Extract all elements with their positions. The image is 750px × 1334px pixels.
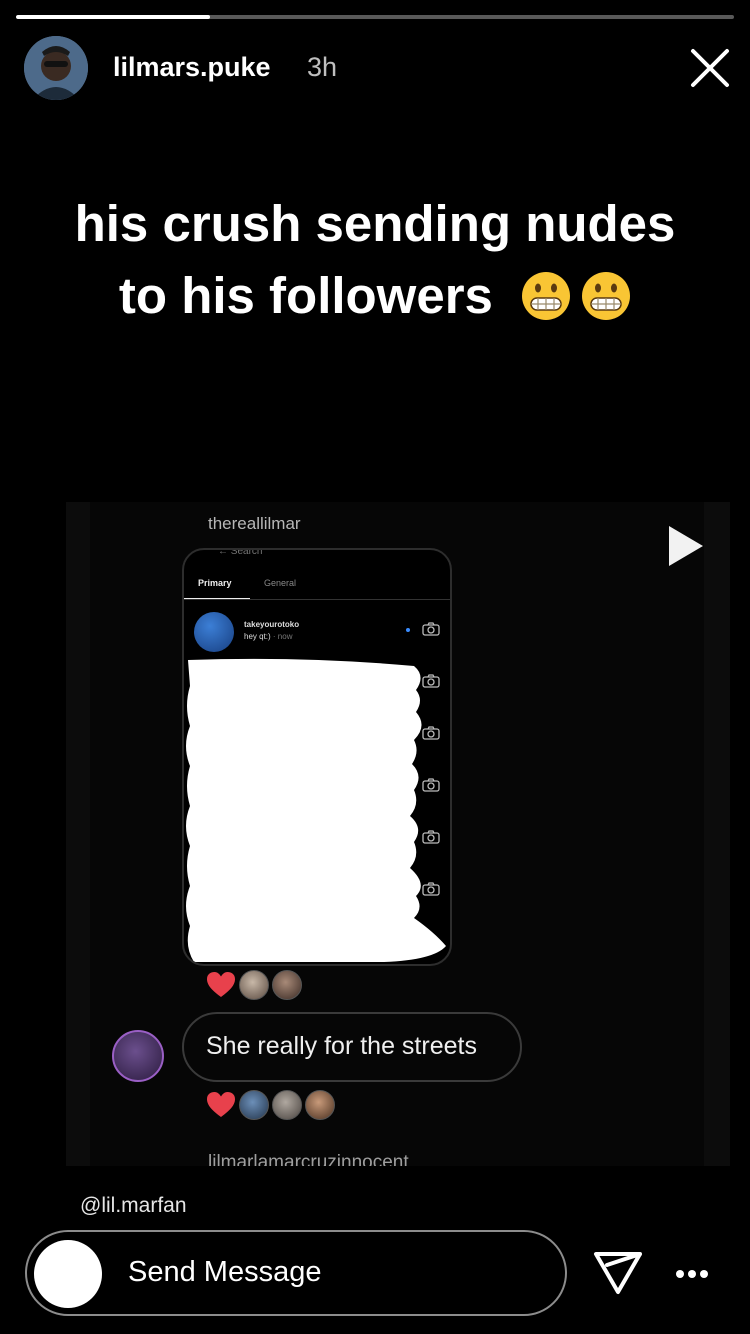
grimacing-emoji-icon: [522, 272, 571, 320]
author-username[interactable]: lilmars.puke: [113, 52, 271, 83]
send-icon[interactable]: [593, 1250, 643, 1296]
caption-line-1: his crush sending nudes: [74, 195, 676, 252]
camera-icon: [422, 622, 440, 636]
caption-line-2: to his followers: [30, 260, 720, 332]
reactor-avatar: [272, 970, 302, 1000]
post-time: 3h: [307, 52, 338, 82]
comment-text: She really for the streets: [206, 1032, 477, 1060]
dm-avatar: [194, 612, 234, 652]
dm-message: hey qt:): [244, 632, 271, 641]
phone-search: ← Search: [218, 548, 263, 557]
mention-tag[interactable]: @lil.marfan: [80, 1194, 187, 1218]
heart-icon: [207, 1092, 235, 1117]
dm-name: takeyourotoko: [244, 620, 300, 629]
phone-screenshot: ← Search Primary General takeyourotoko h…: [182, 548, 452, 966]
story-progress-fill: [16, 15, 210, 19]
grimacing-emoji-icon: [582, 272, 631, 320]
commenter-avatar: [112, 1030, 164, 1082]
reactor-avatar: [239, 1090, 269, 1120]
reactor-avatar: [239, 970, 269, 1000]
phone-tab-general: General: [264, 578, 297, 588]
dm-preview: hey qt:) · now: [244, 632, 292, 641]
phone-tab-primary: Primary: [198, 578, 232, 588]
caption-line-2-text: to his followers: [118, 267, 493, 324]
close-icon[interactable]: [688, 46, 732, 90]
reactor-avatar: [272, 1090, 302, 1120]
reactions-row: [206, 1090, 335, 1120]
story-progress-bar: [16, 15, 734, 19]
heart-icon: [207, 972, 235, 997]
phone-tab-divider: [184, 599, 450, 600]
post-letterbox-right: [704, 502, 730, 1166]
post-handle: thereallilmar: [208, 514, 301, 533]
unread-dot: [406, 628, 410, 632]
white-scribble-redaction: [186, 658, 446, 962]
reactor-avatar: [305, 1090, 335, 1120]
play-icon[interactable]: [666, 524, 706, 573]
post-letterbox-left: [66, 502, 90, 1166]
send-message-placeholder[interactable]: Send Message: [128, 1256, 321, 1289]
shared-post[interactable]: thereallilmar ← Search Primary General t…: [66, 502, 730, 1166]
post-bottom-handle: lilmarlamarcruzinnocent: [208, 1152, 409, 1166]
camera-shutter-button[interactable]: [34, 1240, 102, 1308]
dm-time: · now: [272, 632, 293, 641]
more-icon[interactable]: [672, 1264, 712, 1284]
story-caption: his crush sending nudes to his followers: [30, 188, 720, 332]
author-avatar[interactable]: [24, 36, 88, 100]
reactions-row: [206, 970, 302, 1000]
